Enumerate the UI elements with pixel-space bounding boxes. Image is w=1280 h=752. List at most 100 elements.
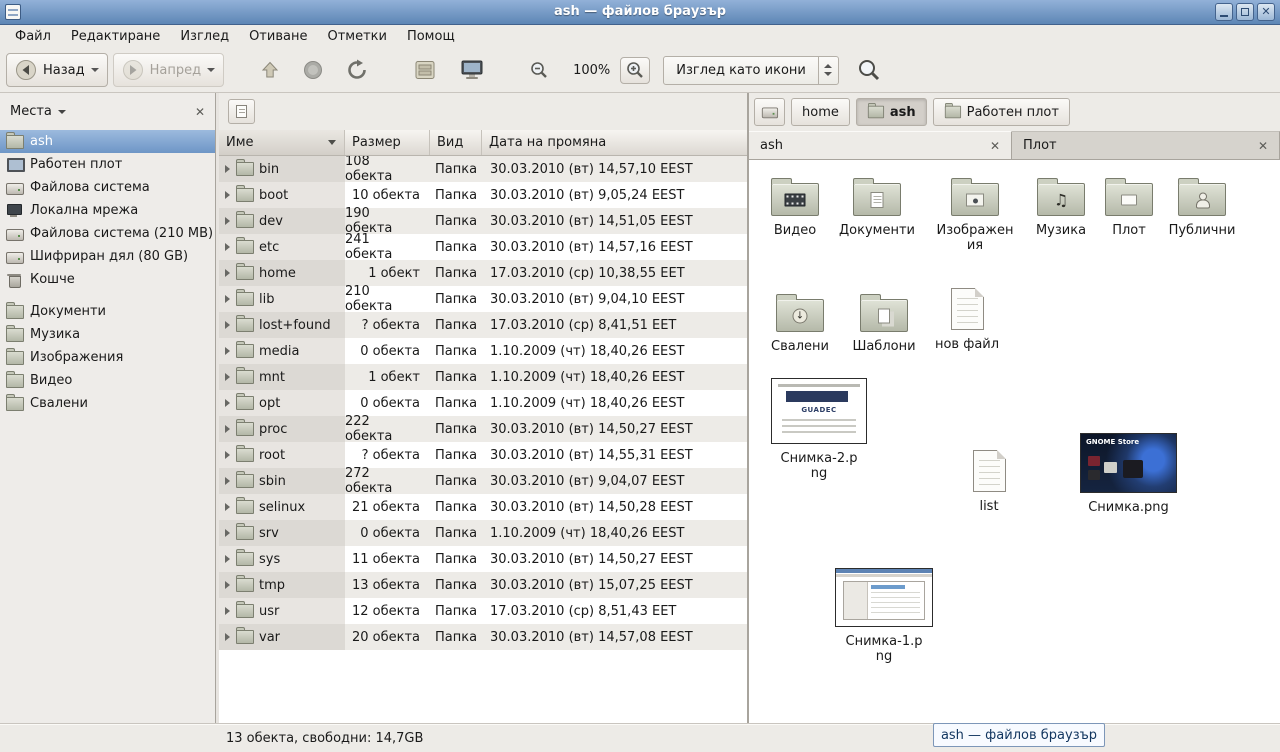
expander-icon[interactable]	[225, 165, 230, 173]
tab-plot[interactable]: Плот	[1012, 131, 1280, 159]
column-header-modified[interactable]: Дата на промяна	[482, 130, 747, 155]
titlebar[interactable]: ash — файлов браузър	[0, 0, 1280, 25]
search-button[interactable]	[847, 53, 891, 87]
expander-icon[interactable]	[225, 529, 230, 537]
table-row[interactable]: opt0 обектаПапка1.10.2009 (чт) 18,40,26 …	[219, 390, 747, 416]
expander-icon[interactable]	[225, 191, 230, 199]
sidebar-item-2[interactable]: Файлова система	[0, 176, 215, 199]
minimize-button[interactable]	[1215, 3, 1233, 21]
table-row[interactable]: sys11 обектаПапка30.03.2010 (вт) 14,50,2…	[219, 546, 747, 572]
sidebar-mode-caret-icon[interactable]	[58, 110, 66, 114]
forward-history-caret-icon[interactable]	[207, 68, 215, 72]
expander-icon[interactable]	[225, 399, 230, 407]
up-button[interactable]	[251, 53, 289, 87]
sidebar-close-button[interactable]	[195, 106, 205, 118]
expander-icon[interactable]	[225, 269, 230, 277]
taskbar-window-button[interactable]: ash — файлов браузър	[933, 723, 1105, 747]
grid-item-2[interactable]: Изображения	[930, 172, 1020, 253]
table-row[interactable]: media0 обектаПапка1.10.2009 (чт) 18,40,2…	[219, 338, 747, 364]
expander-icon[interactable]	[225, 425, 230, 433]
sidebar-item-9[interactable]: Изображения	[0, 346, 215, 369]
table-row[interactable]: bin108 обектаПапка30.03.2010 (вт) 14,57,…	[219, 156, 747, 182]
grid-item-1[interactable]: Документи	[832, 172, 922, 238]
grid-item-10[interactable]: list	[944, 446, 1034, 514]
forward-button[interactable]: Напред	[113, 53, 224, 87]
sidebar-item-10[interactable]: Видео	[0, 369, 215, 392]
grid-item-12[interactable]: Снимка-1.png	[834, 568, 934, 664]
column-header-type[interactable]: Вид	[430, 130, 482, 155]
expander-icon[interactable]	[225, 347, 230, 355]
reload-button[interactable]	[337, 53, 377, 87]
expander-icon[interactable]	[225, 295, 230, 303]
maximize-button[interactable]	[1236, 3, 1254, 21]
menu-item-0[interactable]: Файл	[5, 26, 61, 47]
view-mode-select[interactable]: Изглед като икони	[663, 56, 839, 85]
column-header-name[interactable]: Име	[219, 130, 345, 155]
expander-icon[interactable]	[225, 373, 230, 381]
home-button[interactable]	[404, 53, 446, 87]
table-row[interactable]: home1 обектПапка17.03.2010 (ср) 10,38,55…	[219, 260, 747, 286]
menu-item-2[interactable]: Изглед	[170, 26, 239, 47]
table-row[interactable]: var20 обектаПапка30.03.2010 (вт) 14,57,0…	[219, 624, 747, 650]
grid-item-5[interactable]: Публични	[1157, 172, 1247, 238]
breadcrumb-ash-button[interactable]: ash	[856, 98, 927, 126]
zoom-out-button[interactable]	[520, 53, 558, 87]
table-row[interactable]: mnt1 обектПапка1.10.2009 (чт) 18,40,26 E…	[219, 364, 747, 390]
table-row[interactable]: dev190 обектаПапка30.03.2010 (вт) 14,51,…	[219, 208, 747, 234]
tab-close-icon[interactable]	[1258, 140, 1268, 152]
menu-item-3[interactable]: Отиване	[239, 26, 317, 47]
table-row[interactable]: selinux21 обектаПапка30.03.2010 (вт) 14,…	[219, 494, 747, 520]
table-row[interactable]: sbin272 обектаПапка30.03.2010 (вт) 9,04,…	[219, 468, 747, 494]
table-row[interactable]: usr12 обектаПапка17.03.2010 (ср) 8,51,43…	[219, 598, 747, 624]
grid-item-6[interactable]: Свалени	[755, 288, 845, 354]
grid-item-9[interactable]: GUADECСнимка-2.png	[770, 378, 868, 481]
menu-item-1[interactable]: Редактиране	[61, 26, 170, 47]
location-toggle-button[interactable]	[228, 99, 255, 124]
table-row[interactable]: root? обектаПапка30.03.2010 (вт) 14,55,3…	[219, 442, 747, 468]
sidebar-item-4[interactable]: Файлова система (210 MB)	[0, 222, 215, 245]
sidebar-item-11[interactable]: Свалени	[0, 392, 215, 415]
sidebar-item-6[interactable]: Кошче	[0, 268, 215, 291]
tab-ash[interactable]: ash	[749, 131, 1012, 159]
table-row[interactable]: boot10 обектаПапка30.03.2010 (вт) 9,05,2…	[219, 182, 747, 208]
stop-button[interactable]	[294, 53, 332, 87]
sidebar-item-0[interactable]: ash	[0, 130, 215, 153]
tab-close-icon[interactable]	[990, 140, 1000, 152]
grid-item-0[interactable]: Видео	[750, 172, 840, 238]
expander-icon[interactable]	[225, 321, 230, 329]
expander-icon[interactable]	[225, 477, 230, 485]
back-history-caret-icon[interactable]	[91, 68, 99, 72]
view-mode-spinner[interactable]	[818, 57, 838, 84]
table-row[interactable]: srv0 обектаПапка1.10.2009 (чт) 18,40,26 …	[219, 520, 747, 546]
expander-icon[interactable]	[225, 555, 230, 563]
close-button[interactable]	[1257, 3, 1275, 21]
table-row[interactable]: proc222 обектаПапка30.03.2010 (вт) 14,50…	[219, 416, 747, 442]
column-header-size[interactable]: Размер	[345, 130, 430, 155]
sidebar-item-8[interactable]: Музика	[0, 323, 215, 346]
expander-icon[interactable]	[225, 217, 230, 225]
expander-icon[interactable]	[225, 503, 230, 511]
sidebar-item-7[interactable]: Документи	[0, 300, 215, 323]
breadcrumb-home-button[interactable]: home	[791, 98, 850, 126]
grid-item-11[interactable]: GNOME StoreСнимка.png	[1079, 433, 1178, 515]
sidebar-item-1[interactable]: Работен плот	[0, 153, 215, 176]
breadcrumb-root-button[interactable]	[754, 98, 785, 126]
table-row[interactable]: tmp13 обектаПапка30.03.2010 (вт) 15,07,2…	[219, 572, 747, 598]
breadcrumb-desktop-button[interactable]: Работен плот	[933, 98, 1070, 126]
table-row[interactable]: lost+found? обектаПапка17.03.2010 (ср) 8…	[219, 312, 747, 338]
expander-icon[interactable]	[225, 451, 230, 459]
grid-item-7[interactable]: Шаблони	[839, 288, 929, 354]
table-row[interactable]: lib210 обектаПапка30.03.2010 (вт) 9,04,1…	[219, 286, 747, 312]
menu-item-5[interactable]: Помощ	[397, 26, 465, 47]
expander-icon[interactable]	[225, 633, 230, 641]
grid-item-8[interactable]: нов файл	[922, 284, 1012, 352]
table-row[interactable]: etc241 обектаПапка30.03.2010 (вт) 14,57,…	[219, 234, 747, 260]
computer-button[interactable]	[451, 53, 493, 87]
sidebar-item-5[interactable]: Шифриран дял (80 GB)	[0, 245, 215, 268]
expander-icon[interactable]	[225, 581, 230, 589]
zoom-in-button[interactable]	[620, 57, 650, 84]
back-button[interactable]: Назад	[6, 53, 108, 87]
sidebar-item-3[interactable]: Локална мрежа	[0, 199, 215, 222]
menu-item-4[interactable]: Отметки	[317, 26, 396, 47]
expander-icon[interactable]	[225, 243, 230, 251]
